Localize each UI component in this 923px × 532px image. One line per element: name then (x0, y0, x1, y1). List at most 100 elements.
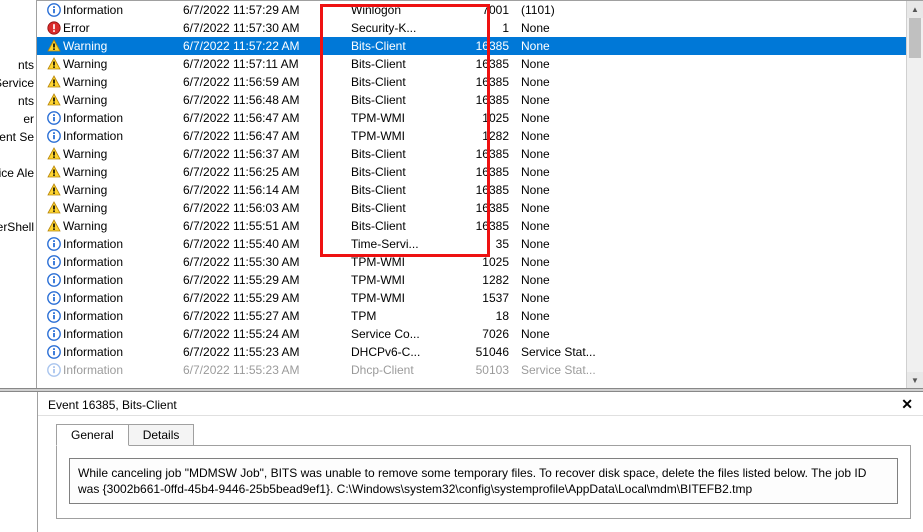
event-row[interactable]: Information6/7/2022 11:55:29 AMTPM-WMI15… (37, 289, 923, 307)
cell-eventid: 18 (469, 307, 521, 325)
event-row[interactable]: Warning6/7/2022 11:57:22 AMBits-Client16… (37, 37, 923, 55)
event-row[interactable]: Information6/7/2022 11:55:30 AMTPM-WMI10… (37, 253, 923, 271)
tree-item-fragment[interactable]: nent Se (0, 128, 34, 146)
tab-details[interactable]: Details (128, 424, 195, 446)
event-row[interactable]: Information6/7/2022 11:55:23 AMDhcp-Clie… (37, 361, 923, 379)
cell-task: None (521, 19, 923, 37)
event-row[interactable]: Information6/7/2022 11:55:40 AMTime-Serv… (37, 235, 923, 253)
event-row[interactable]: Warning6/7/2022 11:56:48 AMBits-Client16… (37, 91, 923, 109)
cell-level: Warning (63, 145, 183, 163)
cell-task: None (521, 145, 923, 163)
event-row[interactable]: Warning6/7/2022 11:56:14 AMBits-Client16… (37, 181, 923, 199)
event-row[interactable]: Warning6/7/2022 11:56:37 AMBits-Client16… (37, 145, 923, 163)
cell-source: Bits-Client (351, 199, 469, 217)
cell-task: None (521, 91, 923, 109)
cell-task: None (521, 307, 923, 325)
warning-icon (45, 147, 63, 161)
cell-source: TPM-WMI (351, 109, 469, 127)
cell-task: None (521, 163, 923, 181)
event-row[interactable]: Error6/7/2022 11:57:30 AMSecurity-K...1N… (37, 19, 923, 37)
warning-icon (45, 219, 63, 233)
vertical-scrollbar[interactable]: ▲ ▼ (906, 1, 923, 388)
cell-eventid: 7026 (469, 325, 521, 343)
cell-task: None (521, 181, 923, 199)
cell-source: Dhcp-Client (351, 361, 469, 379)
cell-date: 6/7/2022 11:55:29 AM (183, 271, 351, 289)
info-icon (45, 363, 63, 377)
tree-item-fragment[interactable]: nts (16, 92, 34, 110)
cell-eventid: 35 (469, 235, 521, 253)
cell-source: TPM-WMI (351, 253, 469, 271)
event-row[interactable]: Information6/7/2022 11:55:27 AMTPM18None (37, 307, 923, 325)
cell-source: Security-K... (351, 19, 469, 37)
cell-level: Information (63, 361, 183, 379)
cell-date: 6/7/2022 11:55:23 AM (183, 343, 351, 361)
event-row[interactable]: Information6/7/2022 11:55:29 AMTPM-WMI12… (37, 271, 923, 289)
cell-level: Information (63, 343, 183, 361)
tab-general[interactable]: General (56, 424, 129, 446)
cell-level: Information (63, 271, 183, 289)
cell-date: 6/7/2022 11:55:40 AM (183, 235, 351, 253)
cell-task: None (521, 289, 923, 307)
event-row[interactable]: Information6/7/2022 11:56:47 AMTPM-WMI10… (37, 109, 923, 127)
scroll-up-button[interactable]: ▲ (907, 1, 923, 18)
cell-eventid: 16385 (469, 145, 521, 163)
event-row[interactable]: Information6/7/2022 11:55:24 AMService C… (37, 325, 923, 343)
cell-task: None (521, 217, 923, 235)
event-detail-pane: Event 16385, Bits-Client ✕ General Detai… (37, 392, 923, 532)
cell-level: Information (63, 253, 183, 271)
tree-item-fragment[interactable]: erShell (0, 218, 34, 236)
tab-content: While canceling job "MDMSW Job", BITS wa… (56, 445, 911, 519)
cell-level: Warning (63, 181, 183, 199)
scroll-track[interactable] (907, 18, 923, 372)
cell-task: None (521, 253, 923, 271)
event-row[interactable]: Warning6/7/2022 11:56:25 AMBits-Client16… (37, 163, 923, 181)
event-row[interactable]: Information6/7/2022 11:56:47 AMTPM-WMI12… (37, 127, 923, 145)
tree-item-fragment[interactable]: ice Ale (0, 164, 34, 182)
cell-level: Warning (63, 163, 183, 181)
warning-icon (45, 93, 63, 107)
cell-date: 6/7/2022 11:55:29 AM (183, 289, 351, 307)
cell-source: Bits-Client (351, 91, 469, 109)
scroll-down-button[interactable]: ▼ (907, 372, 923, 388)
cell-eventid: 16385 (469, 91, 521, 109)
cell-date: 6/7/2022 11:56:47 AM (183, 109, 351, 127)
cell-date: 6/7/2022 11:56:59 AM (183, 73, 351, 91)
warning-icon (45, 165, 63, 179)
event-row[interactable]: Warning6/7/2022 11:56:59 AMBits-Client16… (37, 73, 923, 91)
warning-icon (45, 75, 63, 89)
cell-source: Bits-Client (351, 163, 469, 181)
tree-item-fragment[interactable]: nts (16, 56, 34, 74)
warning-icon (45, 201, 63, 215)
event-row[interactable]: Warning6/7/2022 11:57:11 AMBits-Client16… (37, 55, 923, 73)
cell-eventid: 16385 (469, 73, 521, 91)
left-tree-fragment: nts Servicentsernent Seice AleerShell (0, 0, 37, 388)
cell-eventid: 16385 (469, 199, 521, 217)
detail-tabs: General Details (56, 424, 923, 446)
cell-date: 6/7/2022 11:56:47 AM (183, 127, 351, 145)
close-icon[interactable]: ✕ (897, 396, 917, 413)
cell-task: Service Stat... (521, 361, 923, 379)
cell-date: 6/7/2022 11:56:37 AM (183, 145, 351, 163)
event-row[interactable]: Information6/7/2022 11:57:29 AMWinlogon7… (37, 1, 923, 19)
warning-icon (45, 57, 63, 71)
cell-eventid: 1282 (469, 127, 521, 145)
info-icon (45, 3, 63, 17)
cell-eventid: 1 (469, 19, 521, 37)
tree-item-fragment[interactable]: er (21, 110, 34, 128)
event-row[interactable]: Warning6/7/2022 11:55:51 AMBits-Client16… (37, 217, 923, 235)
cell-eventid: 50103 (469, 361, 521, 379)
scroll-thumb[interactable] (909, 18, 921, 58)
cell-task: None (521, 109, 923, 127)
event-row[interactable]: Information6/7/2022 11:55:23 AMDHCPv6-C.… (37, 343, 923, 361)
event-list: Information6/7/2022 11:57:29 AMWinlogon7… (37, 0, 923, 388)
cell-source: TPM-WMI (351, 289, 469, 307)
cell-date: 6/7/2022 11:57:30 AM (183, 19, 351, 37)
event-row[interactable]: Warning6/7/2022 11:56:03 AMBits-Client16… (37, 199, 923, 217)
cell-level: Warning (63, 91, 183, 109)
cell-eventid: 1025 (469, 253, 521, 271)
info-icon (45, 345, 63, 359)
event-message: While canceling job "MDMSW Job", BITS wa… (69, 458, 898, 504)
cell-level: Warning (63, 217, 183, 235)
tree-item-fragment[interactable]: Service (0, 74, 34, 92)
